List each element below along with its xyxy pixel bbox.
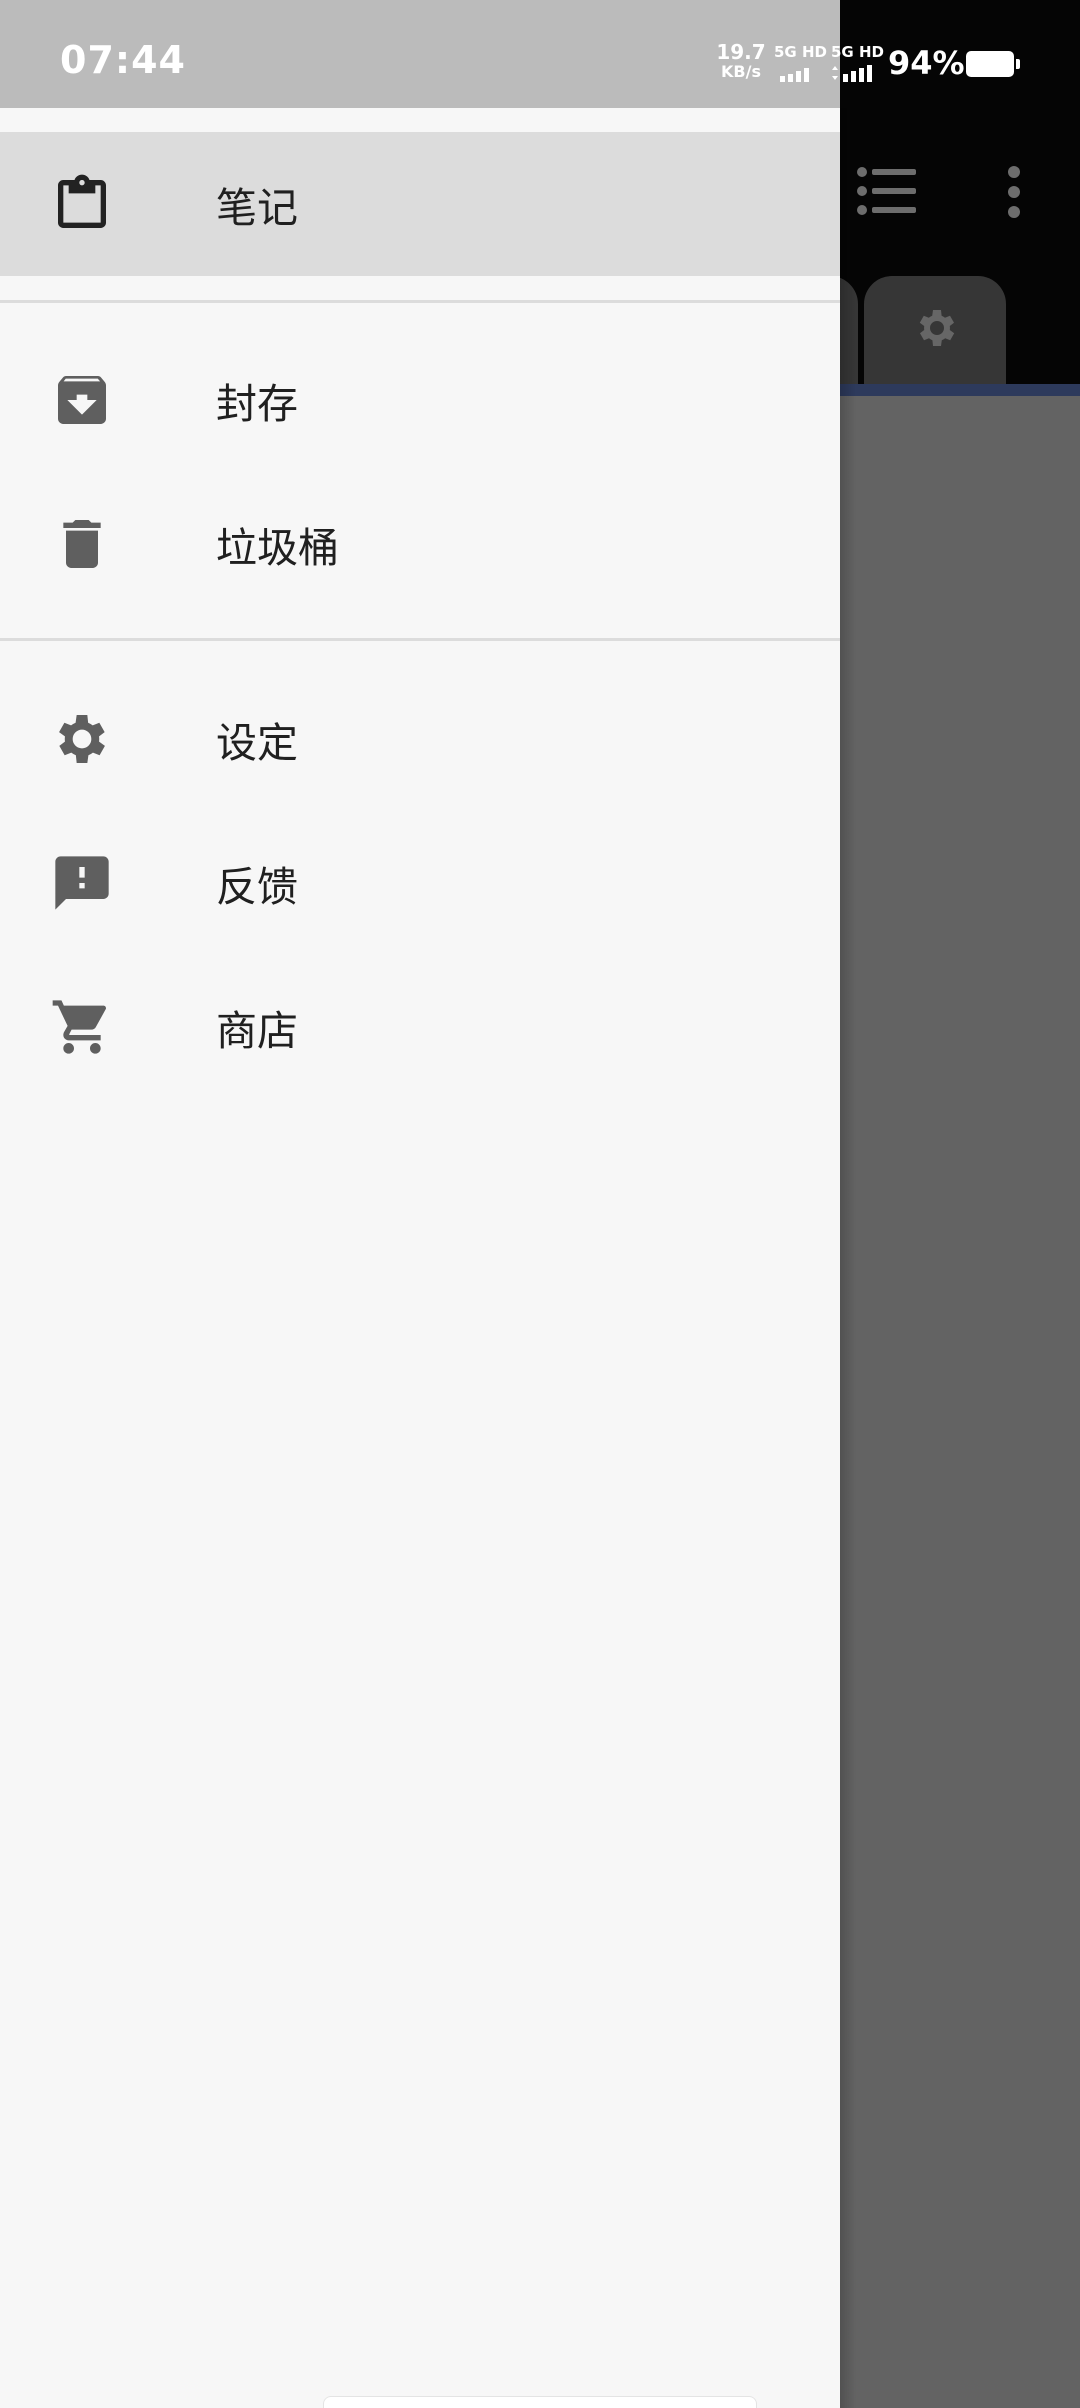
cart-icon [52,1000,106,1054]
drawer-shadow [840,108,856,2408]
gesture-bar[interactable] [323,2396,757,2408]
drawer-item-label: 垃圾桶 [216,524,339,572]
sim2-label: 5G HD [831,43,884,61]
signal-bars-icon [832,65,872,82]
divider [0,638,840,641]
drawer-item-label: 商店 [216,1007,298,1055]
drawer-item-label: 反馈 [216,863,298,911]
drawer-item-label: 笔记 [216,184,298,232]
clipboard-icon [58,174,106,228]
divider [0,300,840,303]
background-settings-tab [864,276,1006,384]
more-vert-icon [1008,166,1020,218]
drawer-item-archive[interactable]: 封存 [0,328,840,472]
drawer-item-settings[interactable]: 设定 [0,667,840,811]
gear-icon [59,715,105,763]
network-speed-value: 19.7 [716,40,766,64]
feedback-icon [55,856,109,910]
sim1-signal: 5G HD [774,44,827,85]
drawer-item-trash[interactable]: 垃圾桶 [0,472,840,616]
drawer-item-notes[interactable]: 笔记 [0,132,840,276]
battery-icon [966,51,1020,77]
network-speed-unit: KB/s [721,62,761,81]
list-view-icon [857,167,916,215]
navigation-drawer: 笔记 封存 垃圾桶 设定 反馈 商店 [0,0,840,2408]
drawer-item-label: 封存 [216,380,298,428]
trash-icon [63,520,101,568]
gear-icon [919,310,955,346]
clock: 07:44 [60,38,186,82]
battery-percent: 94% [888,44,965,82]
archive-icon [58,376,106,424]
drawer-item-label: 设定 [216,719,298,767]
network-speed: 19.7 KB/s [716,42,766,82]
status-bar: 07:44 19.7 KB/s 5G HD 5G HD 94% [0,0,1080,108]
drawer-item-store[interactable]: 商店 [0,955,840,1099]
sim2-signal: 5G HD [831,44,884,85]
sim1-label: 5G HD [774,43,827,61]
signal-bars-icon [780,68,809,82]
drawer-item-feedback[interactable]: 反馈 [0,811,840,955]
